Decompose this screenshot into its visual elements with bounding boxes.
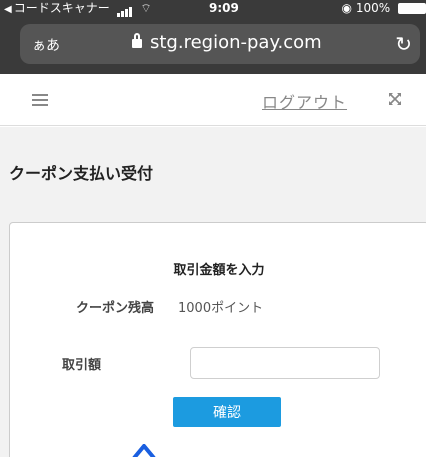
phone-screen: ◀ コードスキャナー ⌔ 9:09 ◉ 100% ぁあ stg.region-pa…	[0, 0, 426, 457]
pointer-arrow-icon	[132, 444, 156, 457]
menu-icon[interactable]	[32, 94, 48, 106]
browser-chrome: ◀ コードスキャナー ⌔ 9:09 ◉ 100% ぁあ stg.region-pa…	[0, 0, 426, 74]
back-to-app[interactable]: ◀ コードスキャナー ⌔	[4, 0, 152, 18]
alarm-icon: ◉	[341, 1, 353, 15]
back-app-label: コードスキャナー	[13, 1, 110, 15]
status-bar: ◀ コードスキャナー ⌔ 9:09 ◉ 100%	[0, 0, 426, 18]
battery-percent: 100%	[355, 1, 391, 15]
amount-input[interactable]	[190, 347, 380, 379]
status-time: 9:09	[209, 1, 239, 15]
back-triangle-icon: ◀	[4, 4, 12, 15]
payment-form-card: 取引金額を入力 クーポン残高 1000ポイント 取引額 確認	[9, 222, 426, 457]
status-right: ◉ 100%	[342, 0, 426, 16]
address-bar[interactable]: ぁあ stg.region-pay.com ↻	[20, 24, 420, 64]
confirm-button[interactable]: 確認	[173, 397, 281, 427]
signal-icon	[116, 1, 133, 17]
url-display[interactable]: stg.region-pay.com	[132, 32, 322, 53]
page-title: クーポン支払い受付	[9, 164, 154, 183]
logout-link[interactable]: ログアウト	[262, 89, 347, 113]
balance-value: 1000ポイント	[178, 301, 264, 316]
app-header: ログアウト	[0, 74, 426, 126]
lock-icon	[132, 32, 142, 48]
text-size-button[interactable]: ぁあ	[32, 35, 60, 55]
amount-label: 取引額	[62, 358, 102, 373]
balance-label: クーポン残高	[76, 301, 155, 316]
battery-icon	[398, 3, 426, 14]
url-text: stg.region-pay.com	[150, 32, 322, 53]
wifi-icon: ⌔	[140, 1, 152, 15]
expand-icon[interactable]	[387, 91, 403, 107]
reload-icon[interactable]: ↻	[395, 32, 412, 56]
form-heading: 取引金額を入力	[173, 263, 265, 278]
